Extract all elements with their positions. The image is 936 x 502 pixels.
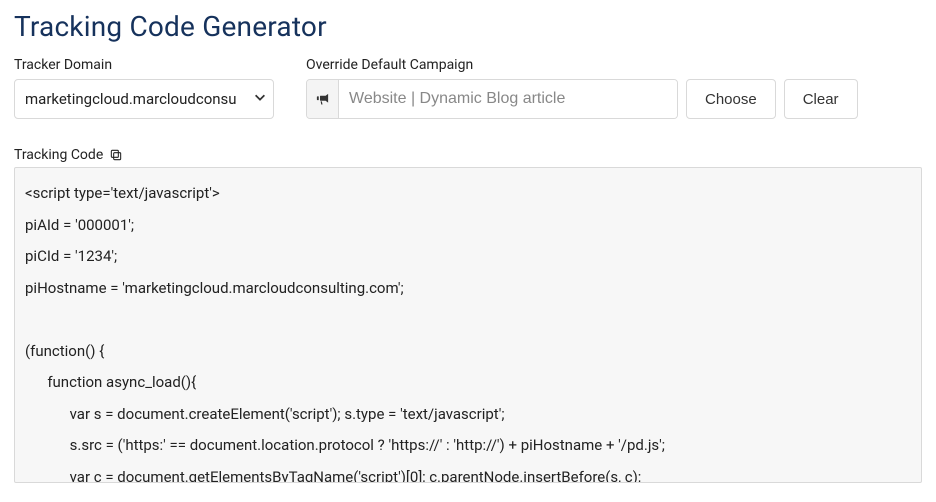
megaphone-icon — [307, 80, 339, 118]
tracking-code-block[interactable]: <script type='text/javascript'> piAId = … — [14, 167, 922, 483]
tracking-label-row: Tracking Code — [14, 147, 922, 163]
form-row: Tracker Domain marketingcloud.marcloudco… — [14, 57, 922, 119]
tracker-domain-label: Tracker Domain — [14, 57, 274, 73]
chevron-down-icon — [253, 90, 267, 108]
campaign-group: Override Default Campaign Choose Clear — [306, 57, 858, 119]
page-title: Tracking Code Generator — [14, 10, 922, 43]
campaign-row: Choose Clear — [306, 79, 858, 119]
tracker-domain-selected: marketingcloud.marcloudconsu — [25, 90, 237, 108]
campaign-input[interactable] — [339, 80, 677, 118]
campaign-label: Override Default Campaign — [306, 57, 858, 73]
clear-button[interactable]: Clear — [784, 79, 858, 119]
tracking-code-label: Tracking Code — [14, 147, 103, 163]
campaign-input-group — [306, 79, 678, 119]
choose-button[interactable]: Choose — [686, 79, 776, 119]
tracker-domain-select[interactable]: marketingcloud.marcloudconsu — [14, 79, 274, 119]
copy-icon[interactable] — [109, 148, 123, 162]
tracker-domain-group: Tracker Domain marketingcloud.marcloudco… — [14, 57, 274, 119]
